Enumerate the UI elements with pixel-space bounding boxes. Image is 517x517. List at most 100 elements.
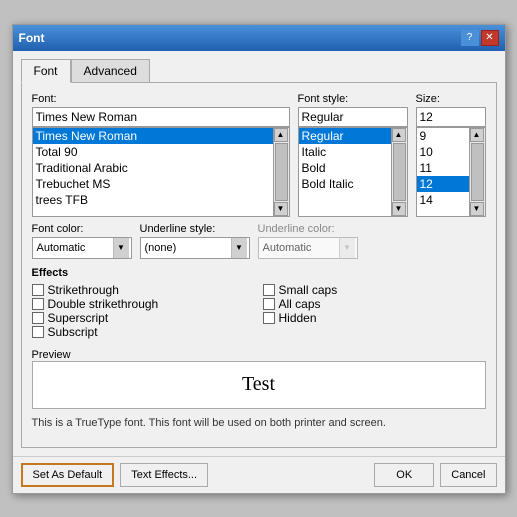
font-color-dropdown[interactable]: Automatic ▼ — [32, 237, 132, 259]
list-item[interactable]: Italic — [299, 144, 391, 160]
strikethrough-checkbox[interactable] — [32, 284, 44, 296]
scroll-thumb[interactable] — [275, 143, 288, 201]
double-strikethrough-checkbox[interactable] — [32, 298, 44, 310]
font-list[interactable]: Times New Roman Total 90 Traditional Ara… — [32, 127, 274, 217]
underline-color-dropdown[interactable]: Automatic ▼ — [258, 237, 358, 259]
footer-right: OK Cancel — [374, 463, 496, 487]
strikethrough-row: Strikethrough — [32, 283, 255, 297]
scroll-down-btn[interactable]: ▼ — [274, 202, 288, 216]
list-item[interactable]: Trebuchet MS — [33, 176, 273, 192]
effects-left: Strikethrough Double strikethrough Super… — [32, 283, 255, 339]
double-strikethrough-row: Double strikethrough — [32, 297, 255, 311]
set-default-button[interactable]: Set As Default — [21, 463, 115, 487]
underline-color-container: Underline color: Automatic ▼ — [258, 223, 358, 259]
list-item[interactable]: Total 90 — [33, 144, 273, 160]
underline-style-dropdown[interactable]: (none) ▼ — [140, 237, 250, 259]
small-caps-checkbox[interactable] — [263, 284, 275, 296]
tab-bar: Font Advanced — [21, 59, 497, 83]
font-color-label: Font color: — [32, 223, 132, 235]
all-caps-row: All caps — [263, 297, 486, 311]
help-button[interactable]: ? — [461, 30, 479, 46]
scroll-down-btn[interactable]: ▼ — [470, 202, 484, 216]
list-item[interactable]: Times New Roman — [33, 128, 273, 144]
list-item[interactable]: Traditional Arabic — [33, 160, 273, 176]
underline-color-value: Automatic — [261, 242, 339, 254]
superscript-row: Superscript — [32, 311, 255, 325]
list-item[interactable]: 10 — [417, 144, 469, 160]
style-scrollbar[interactable]: ▲ ▼ — [392, 127, 408, 217]
subscript-row: Subscript — [32, 325, 255, 339]
subscript-checkbox[interactable] — [32, 326, 44, 338]
font-size-label: Size: — [416, 93, 486, 105]
list-item[interactable]: 9 — [417, 128, 469, 144]
underline-color-label: Underline color: — [258, 223, 358, 235]
font-style-list[interactable]: Regular Italic Bold Bold Italic — [298, 127, 392, 217]
cancel-button[interactable]: Cancel — [440, 463, 496, 487]
list-item[interactable]: 14 — [417, 192, 469, 208]
info-text: This is a TrueType font. This font will … — [32, 417, 486, 429]
effects-section: Effects Strikethrough Double strikethrou… — [32, 267, 486, 339]
subscript-label: Subscript — [48, 325, 98, 339]
font-style-size-row: Font: Times New Roman Total 90 Tradition… — [32, 93, 486, 217]
title-bar: Font ? ✕ — [13, 25, 505, 51]
underline-style-label: Underline style: — [140, 223, 250, 235]
underline-style-arrow[interactable]: ▼ — [231, 238, 247, 258]
font-size-input[interactable] — [416, 107, 486, 127]
all-caps-checkbox[interactable] — [263, 298, 275, 310]
dialog-title: Font — [19, 31, 45, 45]
scroll-up-btn[interactable]: ▲ — [392, 128, 406, 142]
font-color-arrow[interactable]: ▼ — [113, 238, 129, 258]
tab-content-font: Font: Times New Roman Total 90 Tradition… — [21, 82, 497, 448]
tab-font[interactable]: Font — [21, 59, 71, 83]
strikethrough-label: Strikethrough — [48, 283, 119, 297]
small-caps-row: Small caps — [263, 283, 486, 297]
style-list-container: Regular Italic Bold Bold Italic ▲ ▼ — [298, 127, 408, 217]
close-button[interactable]: ✕ — [481, 30, 499, 46]
font-style-label: Font style: — [298, 93, 408, 105]
scroll-up-btn[interactable]: ▲ — [470, 128, 484, 142]
font-size-column: Size: 9 10 11 12 14 ▲ ▼ — [416, 93, 486, 217]
tab-advanced[interactable]: Advanced — [71, 59, 150, 83]
scroll-thumb[interactable] — [393, 143, 406, 201]
ok-button[interactable]: OK — [374, 463, 434, 487]
size-scrollbar[interactable]: ▲ ▼ — [470, 127, 486, 217]
font-input[interactable] — [32, 107, 290, 127]
list-item[interactable]: 11 — [417, 160, 469, 176]
list-item[interactable]: Regular — [299, 128, 391, 144]
double-strikethrough-label: Double strikethrough — [48, 297, 159, 311]
list-item[interactable]: trees TFB — [33, 192, 273, 208]
font-scrollbar[interactable]: ▲ ▼ — [274, 127, 290, 217]
list-item[interactable]: 12 — [417, 176, 469, 192]
font-style-column: Font style: Regular Italic Bold Bold Ita… — [298, 93, 408, 217]
font-dialog: Font ? ✕ Font Advanced Font: — [12, 24, 506, 494]
preview-label: Preview — [32, 349, 71, 361]
all-caps-label: All caps — [279, 297, 321, 311]
font-color-value: Automatic — [35, 242, 113, 254]
underline-style-container: Underline style: (none) ▼ — [140, 223, 250, 259]
list-item[interactable]: Bold Italic — [299, 176, 391, 192]
font-style-input[interactable] — [298, 107, 408, 127]
hidden-row: Hidden — [263, 311, 486, 325]
text-effects-button[interactable]: Text Effects... — [120, 463, 208, 487]
size-list-container: 9 10 11 12 14 ▲ ▼ — [416, 127, 486, 217]
hidden-label: Hidden — [279, 311, 317, 325]
footer-left: Set As Default Text Effects... — [21, 463, 369, 487]
font-size-list[interactable]: 9 10 11 12 14 — [416, 127, 470, 217]
scroll-thumb[interactable] — [471, 143, 484, 201]
font-color-container: Font color: Automatic ▼ — [32, 223, 132, 259]
underline-style-value: (none) — [143, 242, 231, 254]
preview-text: Test — [242, 373, 275, 396]
font-label: Font: — [32, 93, 290, 105]
list-item[interactable]: Bold — [299, 160, 391, 176]
effects-grid: Strikethrough Double strikethrough Super… — [32, 283, 486, 339]
scroll-up-btn[interactable]: ▲ — [274, 128, 288, 142]
underline-color-arrow: ▼ — [339, 238, 355, 258]
superscript-label: Superscript — [48, 311, 109, 325]
title-controls: ? ✕ — [461, 30, 499, 46]
small-caps-label: Small caps — [279, 283, 338, 297]
superscript-checkbox[interactable] — [32, 312, 44, 324]
scroll-down-btn[interactable]: ▼ — [392, 202, 406, 216]
effects-label: Effects — [32, 267, 486, 279]
hidden-checkbox[interactable] — [263, 312, 275, 324]
effects-right: Small caps All caps Hidden — [263, 283, 486, 339]
